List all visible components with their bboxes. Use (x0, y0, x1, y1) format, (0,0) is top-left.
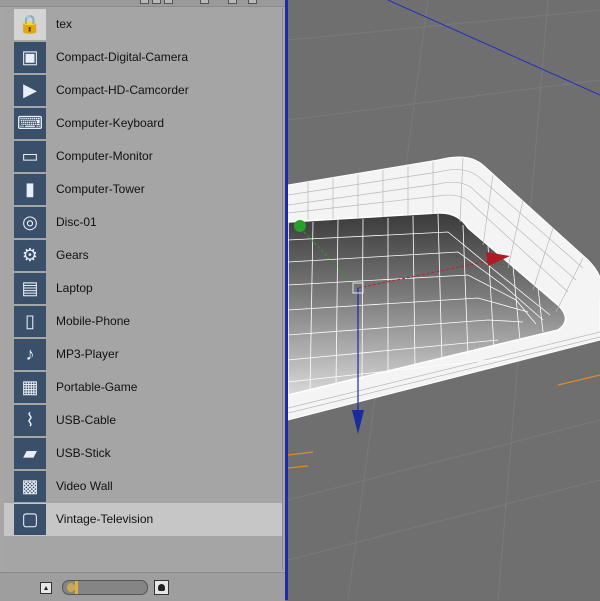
list-item-label: Compact-Digital-Camera (56, 50, 189, 64)
toolbar-button[interactable] (248, 0, 257, 4)
list-item-label: Mobile-Phone (56, 314, 131, 328)
list-item[interactable]: ⌇ USB-Cable (4, 404, 282, 437)
camera-icon: ▣ (14, 42, 46, 73)
list-item[interactable]: ▤ Laptop (4, 272, 282, 305)
toolbar-button[interactable] (228, 0, 237, 4)
television-icon: ▢ (14, 504, 46, 535)
list-item[interactable]: ▶ Compact-HD-Camcorder (4, 74, 282, 107)
list-item[interactable]: ▣ Compact-Digital-Camera (4, 41, 282, 74)
list-item-label: tex (56, 17, 73, 31)
mobile-phone-icon: ▯ (14, 306, 46, 337)
mp3-player-icon: ♪ (14, 339, 46, 370)
content-browser-panel: 🔒 tex ▣ Compact-Digital-Camera ▶ Compact-HD-C… (0, 0, 285, 601)
list-item-label: Laptop (56, 281, 93, 295)
video-wall-icon: ▩ (14, 471, 46, 502)
list-item-label: Gears (56, 248, 89, 262)
folder-lock-icon: 🔒 (14, 9, 46, 40)
list-item-label: Computer-Tower (56, 182, 145, 196)
list-item-label: Portable-Game (56, 380, 138, 394)
list-item-label: Compact-HD-Camcorder (56, 83, 189, 97)
3d-viewport[interactable] (288, 0, 600, 600)
list-item[interactable]: ▭ Computer-Monitor (4, 140, 282, 173)
list-item-label: Computer-Keyboard (56, 116, 165, 130)
list-item[interactable]: ◎ Disc-01 (4, 206, 282, 239)
list-item[interactable]: ▮ Computer-Tower (4, 173, 282, 206)
slider-handle[interactable] (74, 581, 78, 594)
list-item[interactable]: 🔒 tex (4, 8, 282, 41)
list-item-label: USB-Stick (56, 446, 111, 460)
usb-stick-icon: ▰ (14, 438, 46, 469)
disc-icon: ◎ (14, 207, 46, 238)
tower-icon: ▮ (14, 174, 46, 205)
list-item-label: USB-Cable (56, 413, 117, 427)
laptop-icon: ▤ (14, 273, 46, 304)
list-item[interactable]: ▩ Video Wall (4, 470, 282, 503)
toolbar-button[interactable] (140, 0, 149, 4)
list-item-label: Video Wall (56, 479, 113, 493)
toolbar-button[interactable] (164, 0, 173, 4)
list-item[interactable]: ⌨ Computer-Keyboard (4, 107, 282, 140)
list-item[interactable]: ▯ Mobile-Phone (4, 305, 282, 338)
panel-toolbar-strip (0, 0, 285, 7)
list-item[interactable]: ⚙ Gears (4, 239, 282, 272)
slider-fill (67, 583, 75, 592)
list-item[interactable]: ▢ Vintage-Television (4, 503, 282, 536)
list-item[interactable]: ♪ MP3-Player (4, 338, 282, 371)
list-item-label: Disc-01 (56, 215, 97, 229)
wireframe-mesh (288, 156, 600, 421)
list-item[interactable]: ▰ USB-Stick (4, 437, 282, 470)
thumbnail-size-slider[interactable] (62, 580, 148, 595)
monitor-icon: ▭ (14, 141, 46, 172)
view-guide-line (387, 0, 600, 96)
toolbar-button[interactable] (200, 0, 209, 4)
camcorder-icon: ▶ (14, 75, 46, 106)
small-thumbnail-icon[interactable] (40, 582, 52, 594)
panel-bottom-bar (0, 572, 285, 601)
list-item-label: Computer-Monitor (56, 149, 153, 163)
large-thumbnail-icon[interactable] (154, 580, 169, 595)
z-axis-arrow (352, 410, 364, 434)
list-item[interactable]: ▦ Portable-Game (4, 371, 282, 404)
list-item-label: MP3-Player (56, 347, 119, 361)
portable-game-icon: ▦ (14, 372, 46, 403)
list-item-label: Vintage-Television (56, 512, 154, 526)
gears-icon: ⚙ (14, 240, 46, 271)
keyboard-icon: ⌨ (14, 108, 46, 139)
content-list: 🔒 tex ▣ Compact-Digital-Camera ▶ Compact-HD-C… (4, 8, 283, 570)
usb-cable-icon: ⌇ (14, 405, 46, 436)
y-axis-handle (294, 220, 306, 232)
viewport-canvas (288, 0, 600, 600)
toolbar-button[interactable] (152, 0, 161, 4)
